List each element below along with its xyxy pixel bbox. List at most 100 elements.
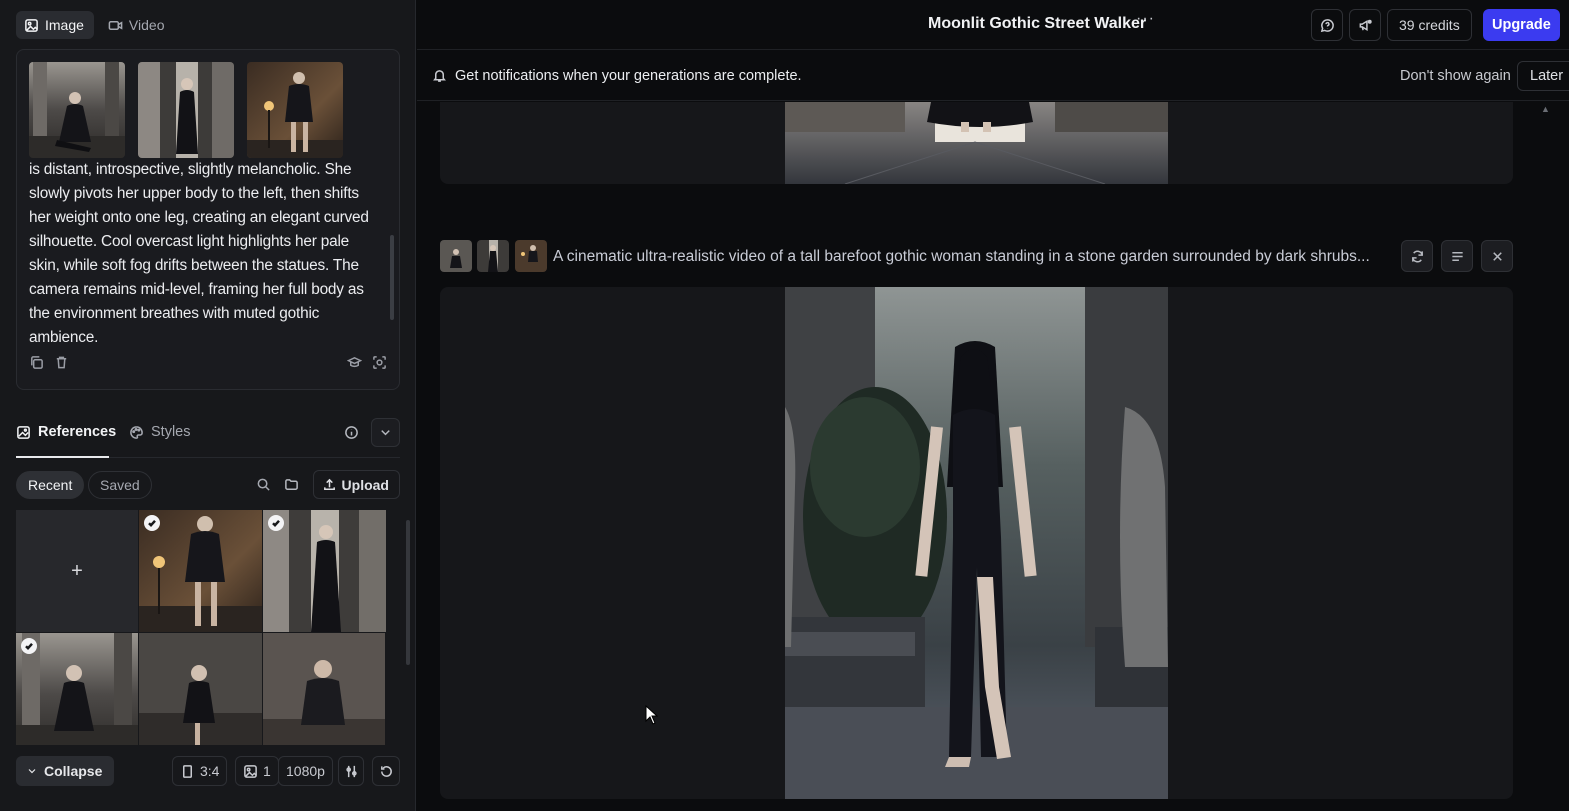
scroll-up-icon[interactable]: ▲ <box>1541 104 1550 114</box>
regenerate-button[interactable] <box>1401 240 1433 272</box>
scan-icon[interactable] <box>372 355 387 370</box>
palette-icon <box>129 425 144 440</box>
selected-check-icon <box>21 638 37 654</box>
dont-show-again-button[interactable]: Don't show again <box>1400 68 1511 84</box>
later-button[interactable]: Later <box>1517 61 1569 91</box>
reference-thumb[interactable] <box>247 62 343 158</box>
aspect-ratio-value: 3:4 <box>200 763 220 779</box>
image-count-select[interactable]: 1 <box>235 756 279 786</box>
page-title[interactable]: Moonlit Gothic Street Walker <box>928 15 1146 33</box>
resolution-select[interactable]: 1080p <box>278 756 333 786</box>
copy-icon[interactable] <box>29 355 44 370</box>
generation-feed: A cinematic ultra-realistic video of a t… <box>417 102 1541 811</box>
aspect-ratio-select[interactable]: 3:4 <box>172 756 228 786</box>
notification-banner: Get notifications when your generations … <box>417 51 1569 101</box>
selected-check-icon <box>268 515 284 531</box>
announcements-button[interactable] <box>1349 9 1381 41</box>
chat-icon <box>1320 18 1335 33</box>
reference-image[interactable] <box>16 633 138 745</box>
collapse-button[interactable]: Collapse <box>16 756 115 786</box>
top-bar: Moonlit Gothic Street Walker ··· 39 cred… <box>417 0 1569 50</box>
reference-thumb[interactable] <box>138 62 234 158</box>
image-count-value: 1 <box>263 763 271 779</box>
credits-badge[interactable]: 39 credits <box>1387 9 1472 41</box>
upgrade-button[interactable]: Upgrade <box>1483 9 1560 41</box>
upload-button[interactable]: Upload <box>312 470 400 499</box>
feed-timeline[interactable]: ▲ <box>1541 102 1569 811</box>
details-button[interactable] <box>1441 240 1473 272</box>
generation-actions <box>1401 240 1513 272</box>
left-panel: Image Video is distant, introspective, s… <box>0 0 416 811</box>
refresh-icon <box>379 764 394 779</box>
upload-icon <box>322 477 337 492</box>
tab-references[interactable]: References <box>16 424 116 440</box>
references-actions <box>344 418 400 447</box>
tab-references-label: References <box>38 424 117 440</box>
prompt-card-actions <box>29 355 387 375</box>
folder-icon <box>284 477 299 492</box>
filter-saved[interactable]: Saved <box>88 471 152 499</box>
prompt-text[interactable]: is distant, introspective, slightly mela… <box>29 158 381 350</box>
references-icon <box>16 425 31 440</box>
sliders-icon <box>344 764 359 779</box>
chevron-down-icon <box>378 425 393 440</box>
tab-video[interactable]: Video <box>100 11 175 39</box>
prompt-scrollbar[interactable] <box>389 160 395 340</box>
tab-styles-label: Styles <box>151 424 191 440</box>
add-reference-button[interactable]: + <box>16 510 138 632</box>
prompt-card: is distant, introspective, slightly mela… <box>16 49 400 390</box>
text-lines-icon <box>1450 249 1465 264</box>
close-icon <box>1490 249 1505 264</box>
previous-generation-image[interactable] <box>785 102 1168 184</box>
image-icon <box>243 764 258 779</box>
reference-grid: + <box>16 510 387 745</box>
close-button[interactable] <box>1481 240 1513 272</box>
portrait-ratio-icon <box>180 764 195 779</box>
reference-filter-row: Recent Saved Upload <box>16 470 400 500</box>
filter-recent[interactable]: Recent <box>16 471 85 499</box>
reference-image[interactable] <box>139 633 262 745</box>
trash-icon[interactable] <box>54 355 69 370</box>
notification-message: Get notifications when your generations … <box>455 68 802 84</box>
reference-thumb[interactable] <box>29 62 125 158</box>
generation-header: A cinematic ultra-realistic video of a t… <box>440 240 1513 272</box>
generation-result-frame <box>440 287 1513 799</box>
reference-grid-scrollbar[interactable] <box>404 510 412 745</box>
chevron-down-icon <box>26 765 38 777</box>
plus-icon: + <box>71 559 83 582</box>
active-tab-indicator <box>16 456 109 458</box>
selected-check-icon <box>144 515 160 531</box>
reference-image[interactable] <box>263 633 386 745</box>
video-icon <box>108 18 123 33</box>
reference-image[interactable] <box>263 510 386 632</box>
expand-button[interactable] <box>371 418 400 447</box>
reference-grid-scrollbar-thumb[interactable] <box>406 520 410 665</box>
generation-options-bar: Collapse 3:4 1 1080p <box>16 756 400 786</box>
reset-button[interactable] <box>372 756 400 786</box>
prompt-reference-thumbs <box>29 62 343 158</box>
generation-reference-thumb[interactable] <box>477 240 509 272</box>
previous-generation-frame <box>440 102 1513 184</box>
tab-image[interactable]: Image <box>16 11 94 39</box>
generation-prompt[interactable]: A cinematic ultra-realistic video of a t… <box>553 248 1395 266</box>
more-options-icon[interactable]: ··· <box>1136 10 1155 28</box>
tab-styles[interactable]: Styles <box>129 424 191 440</box>
info-icon[interactable] <box>344 425 359 440</box>
generation-reference-thumb[interactable] <box>515 240 547 272</box>
search-icon[interactable] <box>256 477 271 492</box>
feedback-button[interactable] <box>1311 9 1343 41</box>
settings-button[interactable] <box>338 756 364 786</box>
generation-reference-thumb[interactable] <box>440 240 472 272</box>
tab-image-label: Image <box>45 17 84 33</box>
generated-image[interactable] <box>785 287 1168 799</box>
collapse-label: Collapse <box>44 763 103 779</box>
graduation-cap-icon[interactable] <box>347 355 362 370</box>
tab-video-label: Video <box>128 17 165 33</box>
reference-image[interactable] <box>139 510 262 632</box>
prompt-scrollbar-thumb[interactable] <box>390 235 394 320</box>
refresh-icon <box>1410 249 1425 264</box>
mode-tabs: Image Video <box>16 11 174 39</box>
app-window: Image Video is distant, introspective, s… <box>0 0 1569 811</box>
megaphone-icon <box>1358 18 1373 33</box>
folder-button[interactable] <box>279 470 305 499</box>
